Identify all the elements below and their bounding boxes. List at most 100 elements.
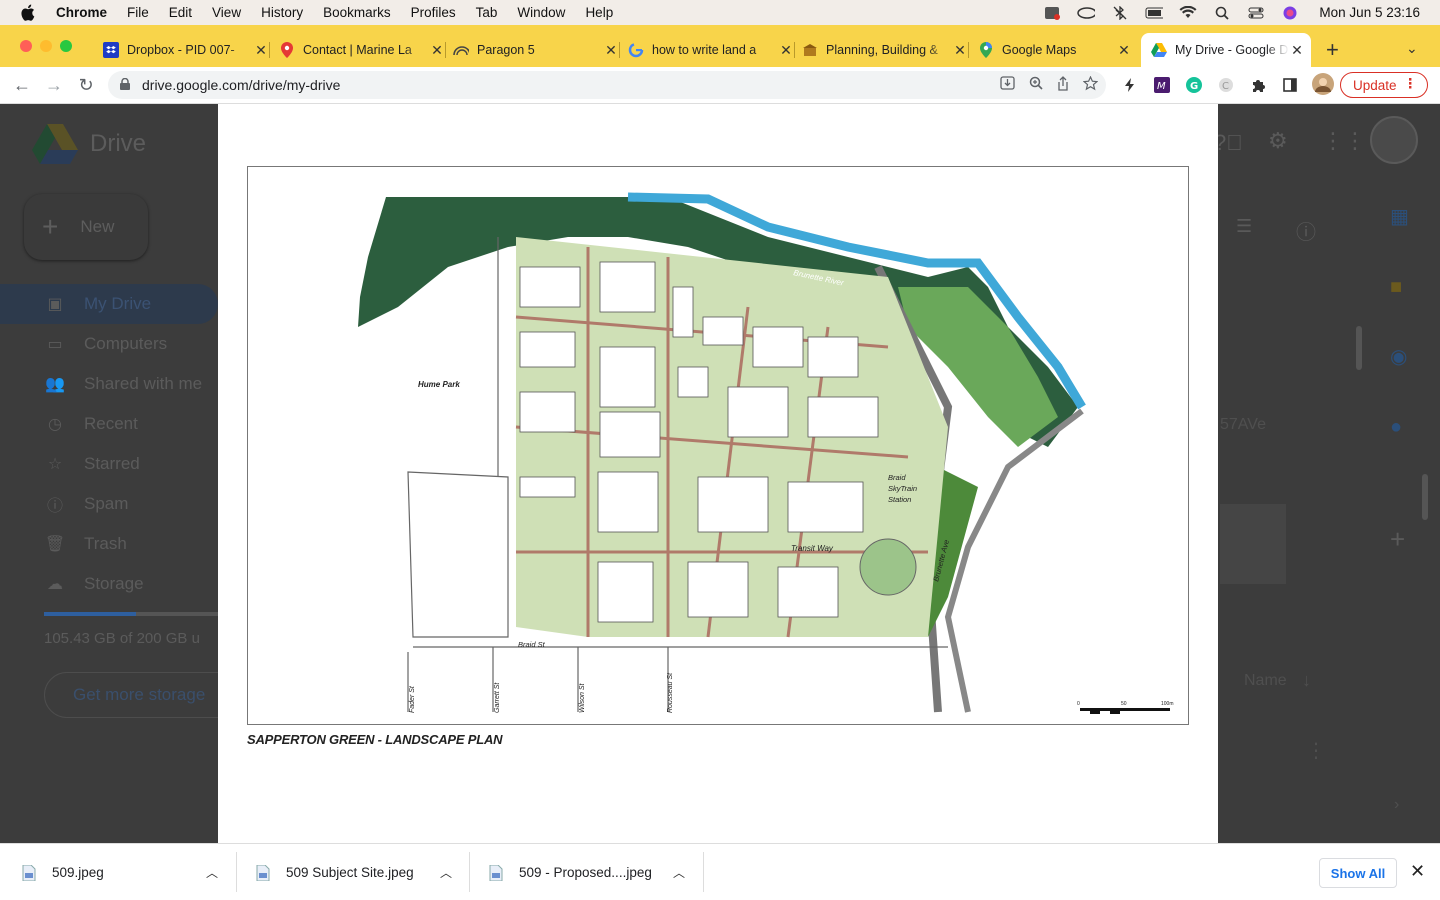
- wifi-icon[interactable]: [1179, 6, 1197, 20]
- reload-button[interactable]: ↻: [76, 75, 96, 95]
- menu-profiles[interactable]: Profiles: [411, 5, 456, 20]
- tab-my-drive[interactable]: My Drive - Google D ✕: [1141, 33, 1311, 67]
- nav-starred[interactable]: ☆ Starred: [0, 444, 218, 484]
- menu-file[interactable]: File: [127, 5, 149, 20]
- nav-trash[interactable]: 🗑 Trash: [0, 524, 218, 564]
- siri-icon[interactable]: [1281, 6, 1299, 20]
- keep-icon[interactable]: ■: [1390, 276, 1402, 299]
- tab-planning-building[interactable]: Planning, Building & ✕: [802, 33, 969, 67]
- forward-button[interactable]: →: [44, 75, 64, 95]
- info-icon[interactable]: ⓘ: [1296, 216, 1316, 245]
- tasks-icon[interactable]: ◉: [1390, 344, 1407, 369]
- close-tab-icon[interactable]: ✕: [429, 42, 445, 59]
- chevron-up-icon[interactable]: ︿: [206, 864, 218, 881]
- gmail-status-icon[interactable]: [1043, 6, 1061, 20]
- vpn-icon[interactable]: [1077, 6, 1096, 20]
- apps-grid-icon[interactable]: ⋮⋮: [1322, 128, 1366, 154]
- tab-google-search[interactable]: how to write land a ✕: [628, 33, 795, 67]
- bookmark-star-icon[interactable]: [1082, 75, 1099, 94]
- m-extension-icon[interactable]: M: [1153, 76, 1171, 94]
- download-item-1[interactable]: 509.jpeg ︿: [22, 844, 232, 900]
- menubar-clock[interactable]: Mon Jun 5 23:16: [1319, 5, 1420, 20]
- menu-window[interactable]: Window: [517, 5, 565, 20]
- close-tab-icon[interactable]: ✕: [603, 42, 619, 59]
- apple-icon[interactable]: [20, 4, 38, 22]
- tab-search-chevron-icon[interactable]: ⌄: [1406, 40, 1418, 57]
- add-addon-icon[interactable]: +: [1390, 524, 1405, 555]
- download-item-2[interactable]: 509 Subject Site.jpeg ︿: [256, 844, 466, 900]
- share-icon[interactable]: [1057, 76, 1069, 94]
- file-thumbnail[interactable]: [1220, 504, 1286, 584]
- nav-label: Starred: [84, 454, 140, 473]
- back-button[interactable]: ←: [12, 75, 32, 95]
- tab-contact-marine[interactable]: Contact | Marine La ✕: [279, 33, 446, 67]
- minimize-window-button[interactable]: [40, 40, 52, 52]
- tab-dropbox[interactable]: Dropbox - PID 007- ✕: [103, 33, 270, 67]
- new-tab-button[interactable]: +: [1326, 37, 1339, 63]
- close-tab-icon[interactable]: ✕: [1116, 42, 1132, 59]
- close-window-button[interactable]: [20, 40, 32, 52]
- image-file-icon: [256, 864, 270, 881]
- menu-bookmarks[interactable]: Bookmarks: [323, 5, 391, 20]
- battery-icon[interactable]: [1145, 6, 1164, 20]
- menu-history[interactable]: History: [261, 5, 303, 20]
- menu-help[interactable]: Help: [585, 5, 613, 20]
- close-tab-icon[interactable]: ✕: [253, 42, 269, 59]
- nav-recent[interactable]: ◷ Recent: [0, 404, 218, 444]
- grammarly-icon[interactable]: G: [1185, 76, 1203, 94]
- tab-google-maps[interactable]: Google Maps ✕: [978, 33, 1132, 67]
- lock-icon[interactable]: [120, 77, 134, 93]
- extensions-puzzle-icon[interactable]: [1249, 76, 1267, 94]
- side-panel-icon[interactable]: [1281, 76, 1299, 94]
- lightning-extension-icon[interactable]: [1121, 76, 1139, 94]
- nav-label: My Drive: [84, 294, 152, 313]
- scrollbar[interactable]: [1356, 326, 1362, 370]
- close-downloads-bar-icon[interactable]: ✕: [1410, 861, 1425, 882]
- close-tab-icon[interactable]: ✕: [1289, 42, 1305, 59]
- new-button[interactable]: + New: [24, 194, 148, 260]
- sort-arrow-down-icon[interactable]: ↓: [1302, 670, 1311, 691]
- nav-computers[interactable]: ▭ Computers: [0, 324, 218, 364]
- url-text[interactable]: drive.google.com/drive/my-drive: [142, 77, 340, 93]
- menu-tab[interactable]: Tab: [476, 5, 498, 20]
- list-view-icon[interactable]: ☰: [1236, 216, 1252, 237]
- show-all-downloads-button[interactable]: Show All: [1319, 858, 1397, 888]
- close-tab-icon[interactable]: ✕: [778, 42, 794, 59]
- side-scrollbar[interactable]: [1422, 474, 1428, 520]
- landscape-plan-image[interactable]: Hume Park Brunette River Braid SkyTrain …: [247, 166, 1189, 725]
- kebab-menu-icon[interactable]: ⋮: [1404, 76, 1418, 92]
- address-bar[interactable]: drive.google.com/drive/my-drive: [108, 71, 1106, 99]
- image-preview: Hume Park Brunette River Braid SkyTrain …: [218, 104, 1218, 843]
- help-icon[interactable]: ?⃝: [1214, 130, 1243, 156]
- get-more-storage-button[interactable]: Get more storage: [44, 672, 244, 718]
- c-extension-icon[interactable]: C: [1217, 76, 1235, 94]
- menu-chrome[interactable]: Chrome: [56, 5, 107, 20]
- more-options-icon[interactable]: ⋮: [1306, 738, 1326, 763]
- profile-avatar[interactable]: [1312, 73, 1334, 95]
- zoom-icon[interactable]: [1029, 76, 1043, 94]
- zoom-window-button[interactable]: [60, 40, 72, 52]
- contacts-icon[interactable]: ●: [1390, 416, 1402, 439]
- chevron-up-icon[interactable]: ︿: [440, 864, 452, 881]
- nav-storage[interactable]: ☁ Storage: [0, 564, 218, 604]
- close-tab-icon[interactable]: ✕: [952, 42, 968, 59]
- chevron-up-icon[interactable]: ︿: [673, 864, 685, 881]
- install-app-icon[interactable]: [1000, 76, 1015, 94]
- nav-spam[interactable]: ⓘ Spam: [0, 484, 218, 524]
- calendar-icon[interactable]: ▦: [1390, 204, 1409, 229]
- nav-shared-with-me[interactable]: 👥 Shared with me: [0, 364, 218, 404]
- settings-gear-icon[interactable]: ⚙: [1268, 128, 1288, 154]
- tab-paragon[interactable]: Paragon 5 ✕: [453, 33, 620, 67]
- chevron-right-icon[interactable]: ›: [1394, 796, 1399, 814]
- spotlight-search-icon[interactable]: [1213, 6, 1231, 20]
- bluetooth-off-icon[interactable]: [1111, 5, 1129, 20]
- menu-view[interactable]: View: [212, 5, 241, 20]
- sort-name-label[interactable]: Name: [1244, 672, 1287, 690]
- menu-edit[interactable]: Edit: [169, 5, 192, 20]
- nav-my-drive[interactable]: ▣ My Drive: [0, 284, 218, 324]
- update-button[interactable]: Update ⋮: [1340, 72, 1428, 98]
- control-center-icon[interactable]: [1247, 6, 1265, 20]
- station-label-1: Braid: [888, 473, 906, 482]
- account-avatar[interactable]: [1370, 116, 1418, 164]
- download-item-3[interactable]: 509 - Proposed....jpeg ︿: [489, 844, 701, 900]
